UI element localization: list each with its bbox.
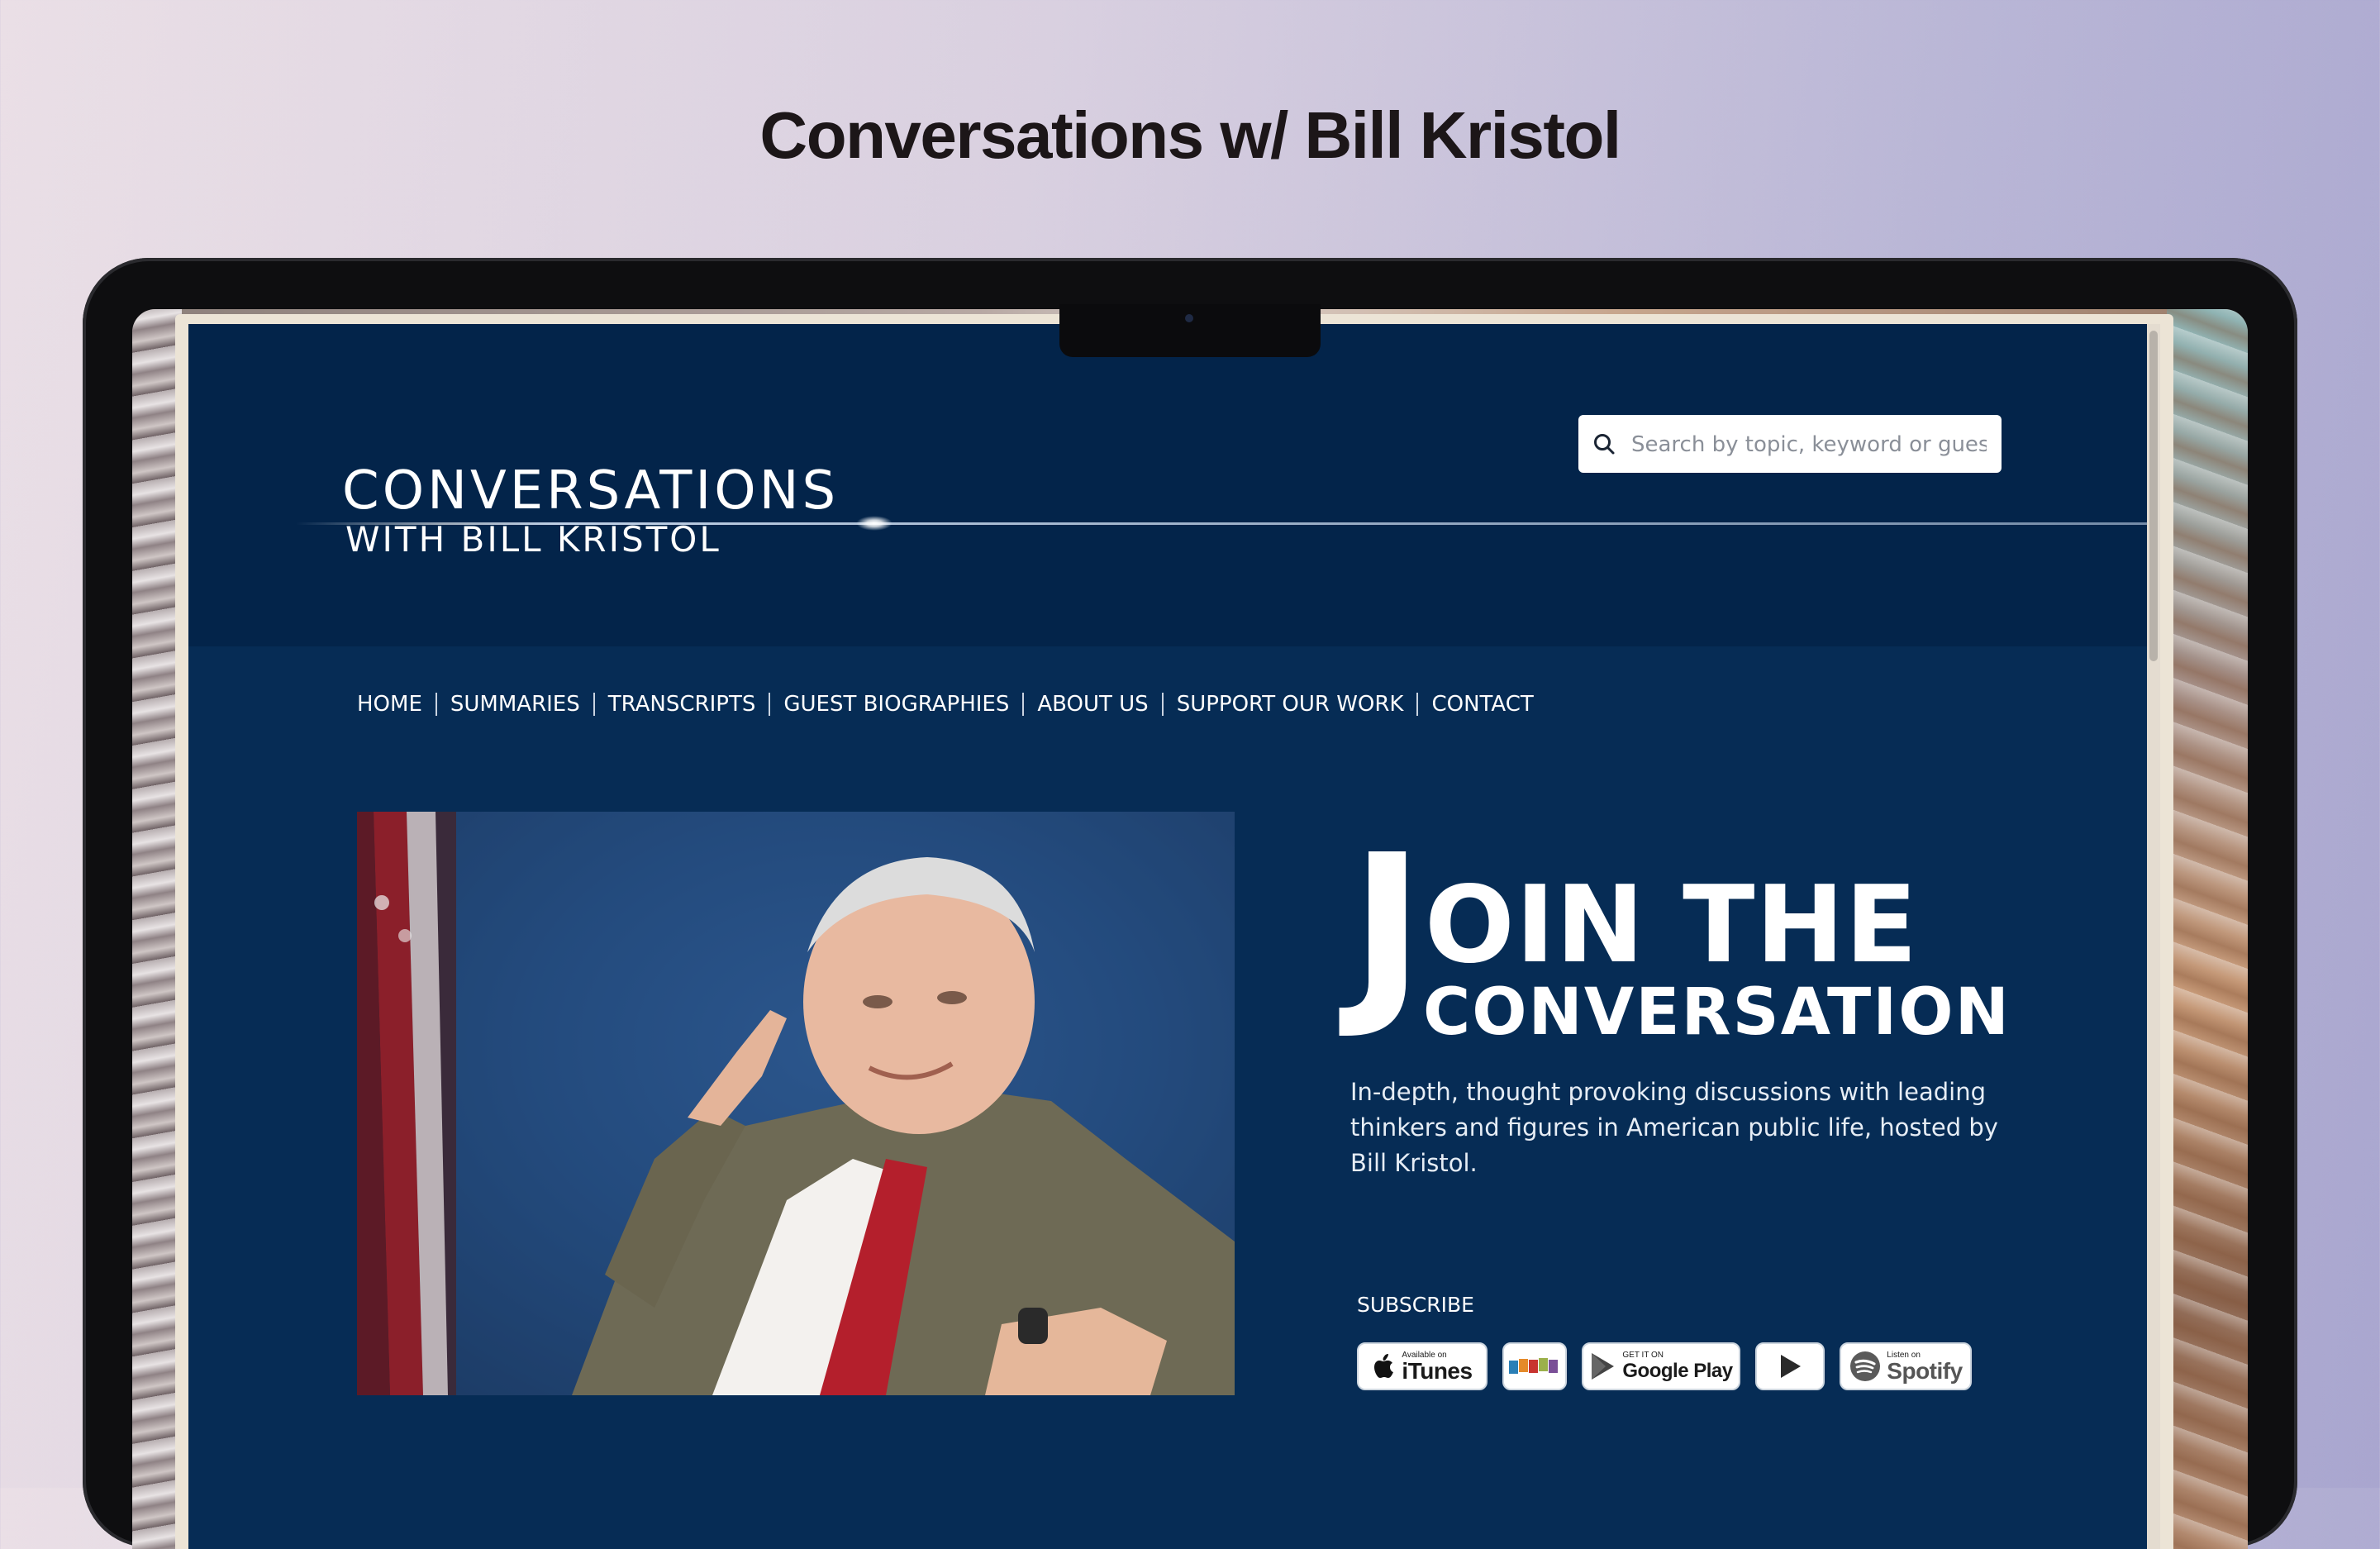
scrollbar[interactable] (2147, 324, 2160, 1549)
laptop-screen: CONVERSATIONS WITH BILL KRISTOL HOME SUM… (132, 309, 2248, 1549)
headline-line2: CONVERSATION (1423, 975, 2011, 1050)
subscribe-label: SUBSCRIBE (1357, 1293, 1474, 1317)
spotify-badge-big: Spotify (1887, 1357, 1963, 1384)
headline-initial: J (1350, 812, 1424, 1043)
logo-flare (856, 516, 892, 531)
camera-notch (1059, 304, 1321, 357)
itunes-badge[interactable]: Available on iTunes (1357, 1342, 1488, 1390)
spotify-icon (1850, 1351, 1881, 1381)
itunes-badge-big: iTunes (1402, 1357, 1473, 1384)
nav-separator (1022, 693, 1025, 716)
play-icon (1781, 1355, 1801, 1378)
search-icon (1594, 434, 1615, 455)
stitcher-badge[interactable] (1502, 1342, 1567, 1390)
nav-support-our-work[interactable]: SUPPORT OUR WORK (1177, 692, 1404, 717)
google-play-icon (1592, 1353, 1615, 1380)
camera-icon (1185, 314, 1193, 322)
spotify-badge[interactable]: Listen on Spotify (1840, 1342, 1972, 1390)
stitcher-icon (1509, 1358, 1558, 1374)
nav-about-us[interactable]: ABOUT US (1037, 692, 1148, 717)
nav-home[interactable]: HOME (357, 692, 422, 717)
scrollbar-thumb[interactable] (2149, 331, 2158, 661)
page-heading: Conversations w/ Bill Kristol (759, 98, 1621, 172)
google-play-badge[interactable]: GET IT ON Google Play (1582, 1342, 1740, 1390)
hero-tagline: In-depth, thought provoking discussions … (1350, 1078, 1998, 1177)
apple-icon (1374, 1354, 1394, 1378)
nav-summaries[interactable]: SUMMARIES (450, 692, 580, 717)
search-box[interactable] (1578, 415, 2002, 474)
google-play-badge-small: GET IT ON (1622, 1350, 1664, 1360)
wallpaper-right (2167, 309, 2248, 1549)
search-input[interactable] (1630, 415, 1988, 474)
host-photo (357, 812, 1235, 1395)
nav-transcripts[interactable]: TRANSCRIPTS (608, 692, 756, 717)
logo-line2: WITH BILL KRISTOL (345, 519, 721, 560)
wallpaper-left (132, 309, 182, 1549)
headline-line1: OIN THE (1425, 864, 1918, 987)
nav-separator (769, 693, 771, 716)
website: CONVERSATIONS WITH BILL KRISTOL HOME SUM… (188, 324, 2147, 1549)
logo-line1: CONVERSATIONS (342, 460, 840, 522)
nav-contact[interactable]: CONTACT (1431, 692, 1533, 717)
main-nav: HOME SUMMARIES TRANSCRIPTS GUEST BIOGRAP… (357, 688, 1534, 721)
site-logo[interactable]: CONVERSATIONS WITH BILL KRISTOL (342, 463, 839, 560)
nav-separator (435, 693, 437, 716)
nav-separator (1416, 693, 1419, 716)
nav-separator (1161, 693, 1164, 716)
nav-separator (593, 693, 595, 716)
nav-guest-biographies[interactable]: GUEST BIOGRAPHIES (783, 692, 1009, 717)
google-play-badge-big: Google Play (1622, 1359, 1733, 1382)
youtube-badge[interactable] (1755, 1342, 1825, 1390)
